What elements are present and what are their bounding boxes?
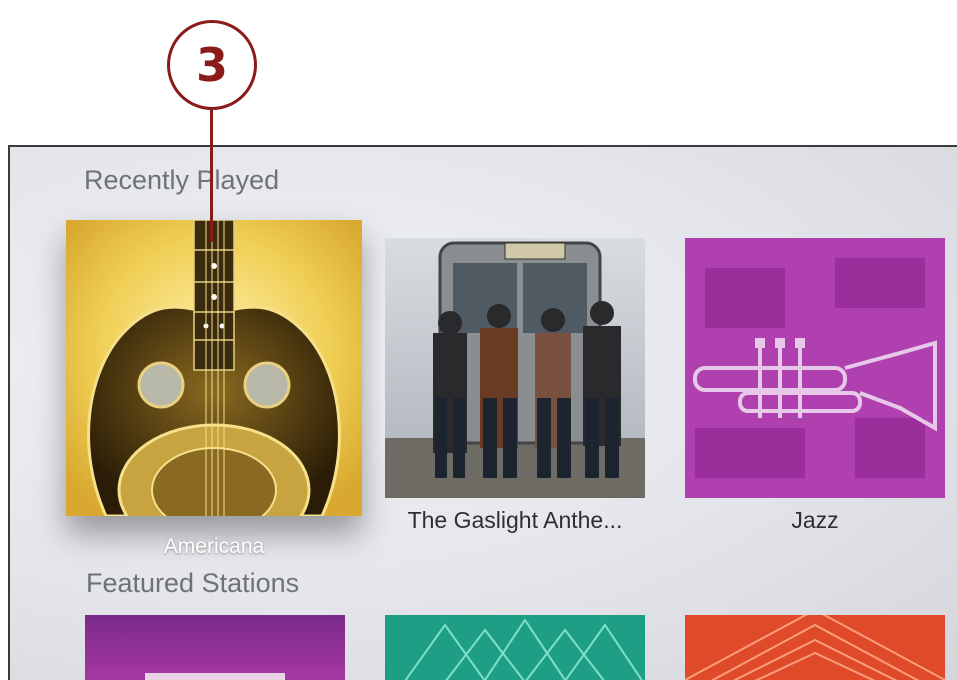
step-callout-badge: 3 (167, 20, 257, 110)
resonator-guitar-icon (66, 220, 362, 516)
tv-screen: Recently Played Americana The Gaslight A… (8, 145, 957, 680)
recently-played-label: Americana (163, 535, 265, 558)
recently-played-heading: Recently Played (84, 165, 280, 195)
trumpet-icon (685, 238, 945, 498)
orange-station-art (685, 615, 945, 680)
band-photo-icon (385, 238, 645, 498)
purple-station-art (85, 615, 345, 680)
featured-station-item[interactable] (685, 615, 945, 680)
featured-station-item[interactable] (85, 615, 345, 680)
step-callout-number: 3 (195, 38, 228, 92)
teal-station-art (385, 615, 645, 680)
featured-station-item[interactable] (385, 615, 645, 680)
callout-pointer-line (210, 110, 213, 242)
recently-played-item-gaslight-anthem[interactable] (385, 238, 645, 498)
recently-played-label: Jazz (791, 507, 839, 533)
featured-stations-heading: Featured Stations (86, 568, 300, 598)
recently-played-label: The Gaslight Anthe... (407, 507, 623, 533)
recently-played-item-americana[interactable] (66, 220, 362, 516)
recently-played-item-jazz[interactable] (685, 238, 945, 498)
